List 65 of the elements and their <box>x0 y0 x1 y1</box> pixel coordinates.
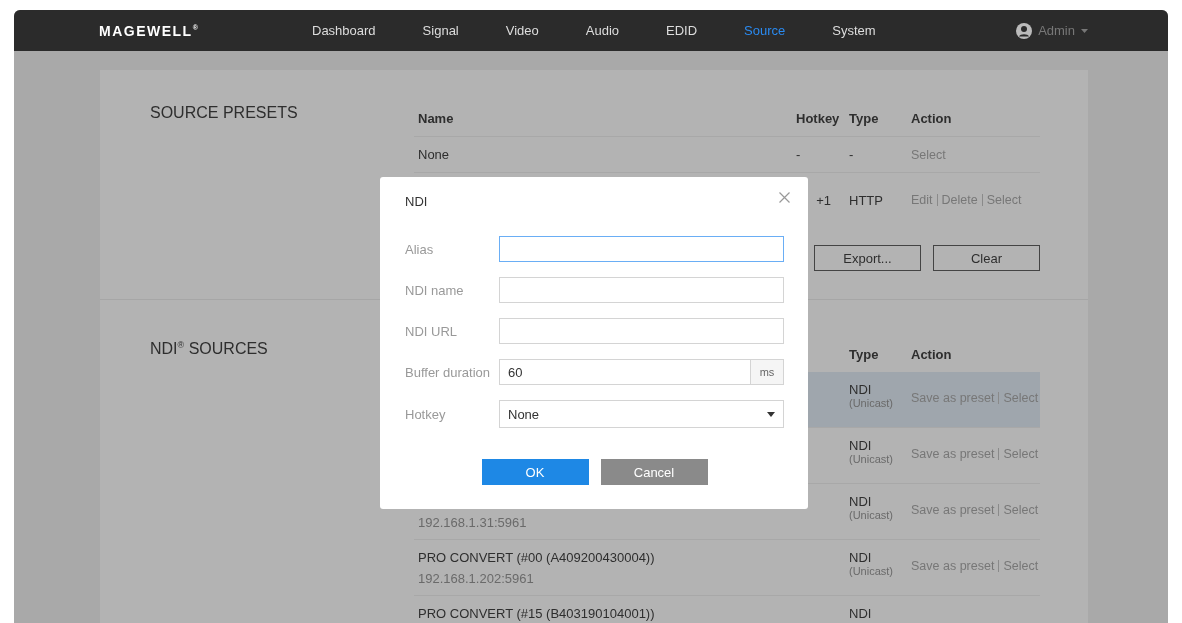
table-cell-text: - <box>795 147 802 162</box>
caret-icon <box>767 411 775 417</box>
field-label: Hotkey <box>405 406 447 422</box>
user-menu[interactable]: Admin <box>1038 23 1075 38</box>
source-address: 192.168.1.202:5961 <box>418 571 535 587</box>
source-row[interactable]: PRO CONVERT (#00 (A409200430004)) 192.168.1.202:5961 NDI (Unicast) Save as preset Select <box>414 540 1040 596</box>
source-name: PRO CONVERT (#00 (A409200430004)) <box>418 550 656 566</box>
dialog-title: NDI <box>405 194 429 211</box>
field-label: Buffer duration <box>405 364 492 380</box>
field-label: Alias <box>405 241 435 257</box>
outline-button[interactable]: Export... <box>814 245 921 271</box>
column-header: Type <box>848 110 880 126</box>
column-header: Action <box>910 110 953 126</box>
unit-label: ms <box>751 359 784 385</box>
source-type: NDI <box>849 382 872 397</box>
source-mode: (Unicast) <box>849 509 893 521</box>
action-link[interactable]: Delete <box>941 193 978 207</box>
source-name: PRO CONVERT (#15 (B403190104001)) <box>418 606 656 622</box>
source-mode: (Unicast) <box>849 453 893 465</box>
column-header: Type <box>848 346 880 362</box>
nav-tab[interactable]: Dashboard <box>312 23 376 38</box>
nav-tab[interactable]: Source <box>744 23 786 38</box>
action-link[interactable]: Select <box>986 193 1022 207</box>
action-link[interactable]: Select <box>911 147 946 162</box>
nav-tab[interactable]: Video <box>505 23 539 38</box>
action-link[interactable]: Save as preset <box>911 559 995 573</box>
close-icon[interactable] <box>779 192 790 203</box>
text-field[interactable] <box>499 236 784 262</box>
source-mode: (Unicast) <box>849 397 893 409</box>
source-address: 192.168.1.31:5961 <box>418 515 528 531</box>
column-header: Hotkey <box>795 110 841 126</box>
field-label: NDI URL <box>405 323 458 339</box>
duration-field[interactable]: 60 <box>499 359 751 385</box>
table-cell-text: None <box>417 147 451 162</box>
text-field[interactable] <box>499 277 784 303</box>
nav-tab[interactable]: EDID <box>666 23 698 38</box>
ok-button[interactable]: OK <box>481 459 589 485</box>
brand-logo: MAGEWELL$^{®}$ <box>99 22 201 39</box>
hotkey-dropdown[interactable]: None <box>499 400 784 428</box>
action-link[interactable]: Save as preset <box>911 503 995 517</box>
action-link[interactable]: Select <box>1003 503 1039 517</box>
cancel-button[interactable]: Cancel <box>600 459 708 485</box>
nav-tab[interactable]: System <box>832 23 876 38</box>
nav-tab[interactable]: Signal <box>422 23 459 38</box>
user-avatar-icon <box>1016 22 1033 39</box>
column-header: Action <box>910 346 953 362</box>
source-row[interactable]: PRO CONVERT (#15 (B403190104001)) NDI <box>414 596 1040 623</box>
outline-button[interactable]: Clear <box>933 245 1040 271</box>
caret-icon <box>1081 28 1088 33</box>
table-cell-text: - <box>848 147 855 162</box>
column-header: Name <box>417 110 455 126</box>
source-type: NDI <box>849 494 872 509</box>
action-link[interactable]: Select <box>1003 559 1039 573</box>
nav-tab[interactable]: Audio <box>585 23 619 38</box>
source-type: NDI <box>849 550 872 565</box>
table-cell-text: +1 <box>815 192 832 208</box>
text-field[interactable] <box>499 318 784 344</box>
source-type: NDI <box>849 606 872 621</box>
source-type: NDI <box>849 438 872 453</box>
field-label: NDI name <box>405 282 465 298</box>
action-link[interactable]: Save as preset <box>911 447 995 461</box>
table-cell-text: HTTP <box>848 192 884 208</box>
source-mode: (Unicast) <box>849 565 893 577</box>
action-link[interactable]: Select <box>1003 447 1039 461</box>
action-link[interactable]: Edit <box>911 193 933 207</box>
